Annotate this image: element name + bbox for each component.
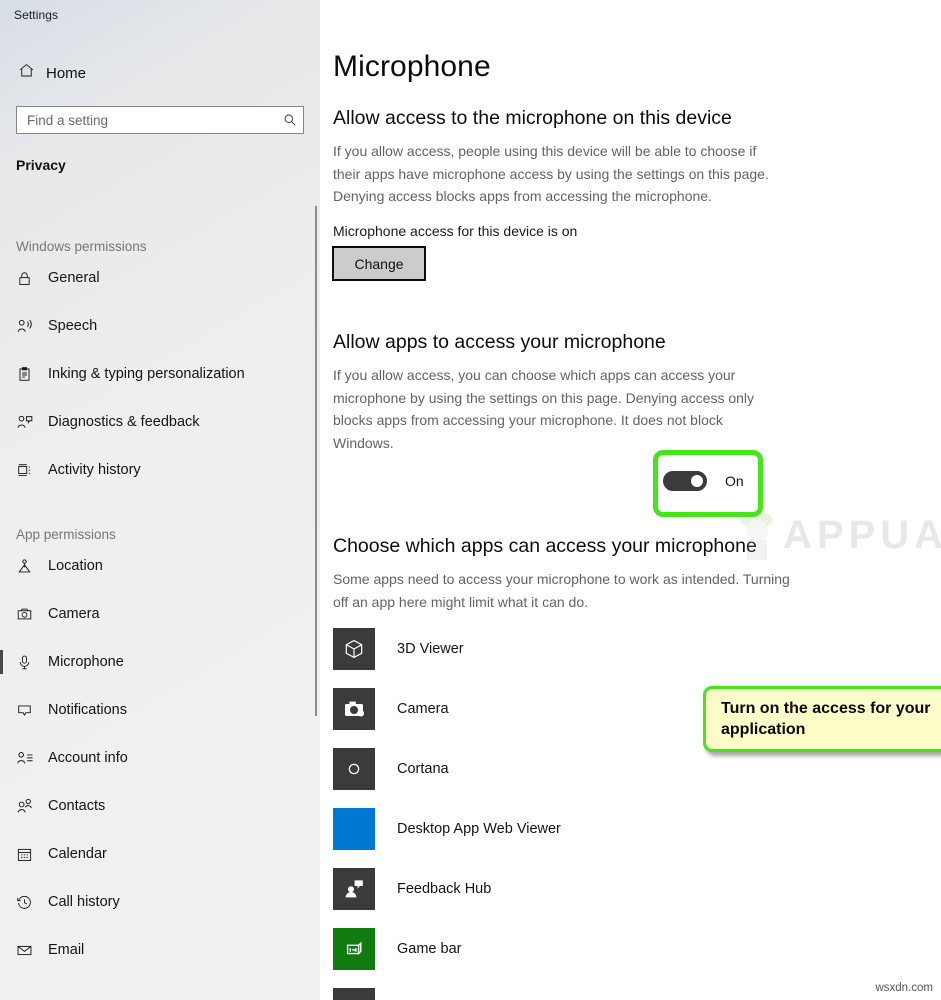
sidebar-scrollbar-track[interactable]: [311, 0, 319, 1000]
appuals-watermark: APPUALS: [735, 505, 941, 567]
cube-icon: [333, 628, 375, 670]
sidebar-item-email[interactable]: Email: [0, 926, 312, 974]
app-name: 3D Viewer: [397, 641, 464, 657]
game-bar-icon: [333, 928, 375, 970]
search-icon: [277, 113, 303, 127]
sidebar-section-title: Privacy: [16, 157, 66, 173]
sidebar-item-label: Email: [48, 942, 85, 958]
appuals-watermark-text: APPUALS: [783, 513, 941, 557]
email-icon: [16, 942, 48, 959]
settings-window: Settings Home Privacy Windows permissio: [0, 0, 941, 1000]
sidebar-item-call-history[interactable]: Call history: [0, 878, 312, 926]
search-input-wrapper[interactable]: [16, 106, 304, 134]
sidebar-group-app-permissions: App permissions: [16, 527, 116, 542]
app-name: Game bar: [397, 941, 462, 957]
list-item[interactable]: Desktop App Web Viewer: [333, 799, 941, 859]
call-history-icon: [16, 894, 48, 911]
sidebar-item-general[interactable]: General: [0, 254, 312, 302]
sidebar-item-label: Activity history: [48, 462, 141, 478]
corner-watermark: wsxdn.com: [875, 982, 933, 994]
messaging-icon: [333, 988, 375, 1000]
camera-icon: [16, 606, 48, 623]
web-viewer-icon: [333, 808, 375, 850]
window-title: Settings: [14, 8, 59, 22]
home-icon: [18, 62, 46, 84]
toggle-state-label: On: [725, 473, 744, 489]
allow-apps-master-toggle[interactable]: On: [663, 471, 744, 491]
section-body-choose-apps: Some apps need to access your microphone…: [333, 571, 790, 610]
sidebar-item-location[interactable]: Location: [0, 542, 312, 590]
sidebar: Settings Home Privacy Windows permissio: [0, 0, 320, 1000]
app-name: Cortana: [397, 761, 449, 777]
sidebar-item-account-info[interactable]: Account info: [0, 734, 312, 782]
sidebar-item-label: Contacts: [48, 798, 106, 814]
sidebar-item-notifications[interactable]: Notifications: [0, 686, 312, 734]
sidebar-item-speech[interactable]: Speech: [0, 302, 312, 350]
toggle-knob: [691, 475, 703, 487]
annotation-callout-text: Turn on the access for your application: [721, 700, 931, 738]
change-button[interactable]: Change: [332, 246, 426, 281]
calendar-icon: [16, 846, 48, 863]
sidebar-item-calendar[interactable]: Calendar: [0, 830, 312, 878]
sidebar-item-label: Calendar: [48, 846, 107, 862]
sidebar-item-label: Notifications: [48, 702, 127, 718]
device-access-status: Microphone access for this device is on: [333, 223, 578, 239]
contacts-icon: [16, 797, 48, 815]
feedback-hub-icon: [333, 868, 375, 910]
location-person-icon: [16, 558, 48, 575]
activity-history-icon: [16, 462, 48, 479]
lock-icon: [16, 270, 48, 287]
sidebar-item-camera[interactable]: Camera: [0, 590, 312, 638]
list-item[interactable]: Messaging: [333, 979, 941, 1000]
app-permission-list: 3D Viewer Camera Cortana Desktop App Web…: [333, 619, 941, 1000]
sidebar-item-label: General: [48, 270, 100, 286]
sidebar-item-label: Location: [48, 558, 103, 574]
notification-bubble-icon: [16, 702, 48, 719]
sidebar-item-label: Account info: [48, 750, 128, 766]
sidebar-item-microphone[interactable]: Microphone: [0, 638, 312, 686]
microphone-icon: [16, 654, 48, 671]
sidebar-item-label: Inking & typing personalization: [48, 366, 245, 382]
sidebar-item-inking-typing[interactable]: Inking & typing personalization: [0, 350, 312, 398]
toggle-switch[interactable]: [663, 471, 707, 491]
sidebar-item-label: Diagnostics & feedback: [48, 414, 200, 430]
sidebar-scrollbar-thumb[interactable]: [315, 206, 317, 716]
list-item[interactable]: 3D Viewer: [333, 619, 941, 679]
app-name: Camera: [397, 701, 449, 717]
section-body-allow-apps: If you allow access, you can choose whic…: [333, 367, 755, 451]
section-heading-allow-apps: Allow apps to access your microphone: [333, 331, 666, 353]
nav-group-spacer: [0, 494, 312, 516]
sidebar-item-label: Speech: [48, 318, 98, 334]
sidebar-item-label: Microphone: [48, 654, 124, 670]
app-name: Desktop App Web Viewer: [397, 821, 561, 837]
page-title: Microphone: [333, 50, 491, 83]
person-feedback-icon: [16, 413, 48, 431]
sidebar-item-home[interactable]: Home: [0, 57, 310, 89]
cortana-circle-icon: [333, 748, 375, 790]
sidebar-nav: Windows permissions General Speech Inkin…: [0, 228, 312, 974]
search-input[interactable]: [17, 107, 277, 133]
list-item[interactable]: Game bar: [333, 919, 941, 979]
list-item[interactable]: Feedback Hub: [333, 859, 941, 919]
sidebar-item-label: Camera: [48, 606, 100, 622]
sidebar-item-diagnostics-feedback[interactable]: Diagnostics & feedback: [0, 398, 312, 446]
sidebar-item-label: Call history: [48, 894, 120, 910]
annotation-callout: Turn on the access for your application: [703, 686, 941, 752]
person-speaking-icon: [16, 317, 48, 335]
app-name: Feedback Hub: [397, 881, 492, 897]
section-body-device-access: If you allow access, people using this d…: [333, 143, 769, 204]
sidebar-group-windows-permissions: Windows permissions: [16, 239, 147, 254]
sidebar-home-label: Home: [46, 64, 87, 82]
section-heading-device-access: Allow access to the microphone on this d…: [333, 107, 732, 129]
camera-app-icon: [333, 688, 375, 730]
main-content: Microphone Allow access to the microphon…: [320, 0, 941, 1000]
section-heading-choose-apps: Choose which apps can access your microp…: [333, 535, 757, 557]
clipboard-icon: [16, 366, 48, 383]
sidebar-item-contacts[interactable]: Contacts: [0, 782, 312, 830]
account-info-icon: [16, 749, 48, 767]
sidebar-item-activity-history[interactable]: Activity history: [0, 446, 312, 494]
